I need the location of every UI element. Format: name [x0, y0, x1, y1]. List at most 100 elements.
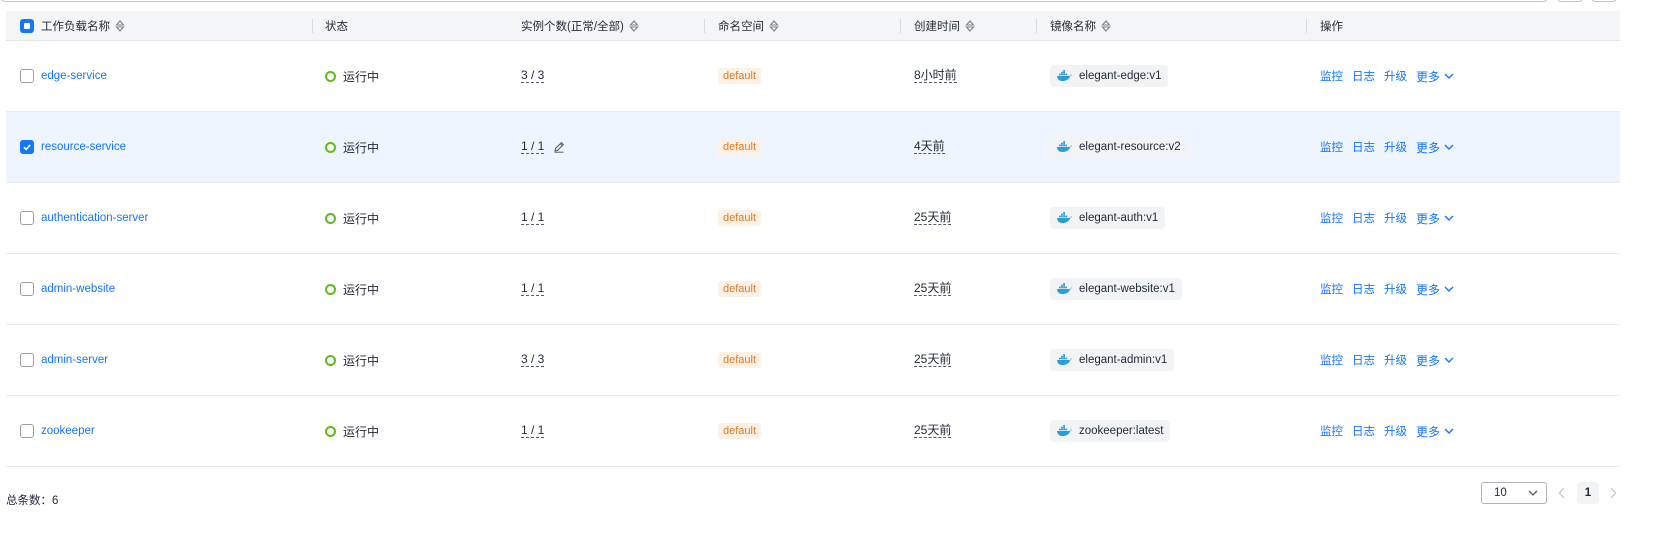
table-row[interactable]: authentication-server 运行中 1 / 1 default 25天前… — [6, 183, 1620, 254]
image-tag: elegant-auth:v1 — [1050, 207, 1166, 229]
row-select-cell: edge-service — [20, 41, 107, 111]
more-dropdown[interactable]: 更多 — [1416, 281, 1454, 298]
upgrade-link[interactable]: 升级 — [1384, 68, 1407, 84]
row-select-cell: resource-service — [20, 112, 126, 182]
instance-count[interactable]: 1 / 1 — [521, 282, 545, 296]
column-header-created-cell: 创建时间 — [900, 11, 975, 40]
page-size-select[interactable]: 10 — [1481, 482, 1547, 504]
sort-icon[interactable] — [769, 19, 779, 32]
image-cell: zookeeper:latest — [1050, 396, 1171, 466]
next-page-icon[interactable] — [1608, 486, 1618, 500]
sort-icon[interactable] — [1101, 19, 1111, 32]
sort-icon[interactable] — [115, 19, 125, 32]
workload-name-link[interactable]: authentication-server — [41, 212, 148, 224]
upgrade-link[interactable]: 升级 — [1384, 352, 1407, 368]
instance-count[interactable]: 1 / 1 — [521, 211, 545, 225]
upgrade-link[interactable]: 升级 — [1384, 210, 1407, 226]
column-header-image-cell: 镜像名称 — [1036, 11, 1111, 40]
log-link[interactable]: 日志 — [1352, 139, 1375, 155]
table-row[interactable]: resource-service 运行中 1 / 1 default 4天前 elegan… — [6, 112, 1620, 183]
log-link[interactable]: 日志 — [1352, 352, 1375, 368]
instance-count[interactable]: 1 / 1 — [521, 424, 545, 438]
row-checkbox[interactable] — [20, 211, 34, 225]
instance-count[interactable]: 1 / 1 — [521, 140, 545, 154]
created-cell: 4天前 — [914, 112, 945, 182]
created-time[interactable]: 25天前 — [914, 424, 952, 438]
namespace-cell: default — [718, 183, 762, 253]
image-tag: elegant-admin:v1 — [1050, 349, 1175, 371]
monitor-link[interactable]: 监控 — [1320, 68, 1343, 84]
more-dropdown[interactable]: 更多 — [1416, 352, 1454, 369]
row-checkbox[interactable] — [20, 69, 34, 83]
ops-cell: 监控 日志 升级 更多 — [1320, 254, 1454, 324]
select-all-checkbox[interactable] — [20, 18, 34, 33]
column-header-namespace-cell: 命名空间 — [704, 11, 779, 40]
workload-name-link[interactable]: edge-service — [41, 70, 107, 82]
edit-icon[interactable] — [553, 141, 565, 153]
log-link[interactable]: 日志 — [1352, 423, 1375, 439]
table-row[interactable]: admin-website 运行中 1 / 1 default 25天前 elegant-… — [6, 254, 1620, 325]
instances-cell: 1 / 1 — [521, 183, 545, 253]
log-link[interactable]: 日志 — [1352, 281, 1375, 297]
monitor-link[interactable]: 监控 — [1320, 352, 1343, 368]
workload-name-link[interactable]: admin-website — [41, 283, 115, 295]
toolbar-button[interactable] — [1591, 0, 1617, 2]
table-row[interactable]: zookeeper 运行中 1 / 1 default 25天前 zookeeper:la… — [6, 396, 1620, 467]
monitor-link[interactable]: 监控 — [1320, 281, 1343, 297]
toolbar-button[interactable] — [1557, 0, 1583, 2]
upgrade-link[interactable]: 升级 — [1384, 139, 1407, 155]
monitor-link[interactable]: 监控 — [1320, 423, 1343, 439]
row-checkbox[interactable] — [20, 140, 34, 154]
upgrade-link[interactable]: 升级 — [1384, 281, 1407, 297]
image-tag: elegant-resource:v2 — [1050, 136, 1188, 158]
chevron-down-icon — [1444, 357, 1454, 363]
workload-name-link[interactable]: admin-server — [41, 354, 108, 366]
ops-cell: 监控 日志 升级 更多 — [1320, 112, 1454, 182]
monitor-link[interactable]: 监控 — [1320, 139, 1343, 155]
more-dropdown[interactable]: 更多 — [1416, 68, 1454, 85]
prev-page-icon[interactable] — [1557, 486, 1567, 500]
more-label: 更多 — [1416, 353, 1441, 368]
created-time[interactable]: 25天前 — [914, 353, 952, 367]
namespace-cell: default — [718, 254, 762, 324]
sort-icon[interactable] — [629, 19, 639, 32]
chevron-down-icon — [1444, 215, 1454, 221]
image-cell: elegant-website:v1 — [1050, 254, 1182, 324]
log-link[interactable]: 日志 — [1352, 210, 1375, 226]
chevron-down-icon — [1444, 144, 1454, 150]
row-checkbox[interactable] — [20, 282, 34, 296]
image-tag: elegant-website:v1 — [1050, 278, 1182, 300]
log-link[interactable]: 日志 — [1352, 68, 1375, 84]
created-time[interactable]: 25天前 — [914, 211, 952, 225]
namespace-tag: default — [718, 139, 762, 155]
namespace-cell: default — [718, 396, 762, 466]
more-dropdown[interactable]: 更多 — [1416, 210, 1454, 227]
namespace-cell: default — [718, 41, 762, 111]
workload-name-link[interactable]: zookeeper — [41, 425, 95, 437]
column-header-name: 工作负载名称 — [41, 20, 110, 33]
table-row[interactable]: admin-server 运行中 3 / 3 default 25天前 elegant-a… — [6, 325, 1620, 396]
row-checkbox[interactable] — [20, 424, 34, 438]
row-select-cell: authentication-server — [20, 183, 148, 253]
instances-cell: 3 / 3 — [521, 41, 545, 111]
instance-count[interactable]: 3 / 3 — [521, 353, 545, 367]
row-checkbox[interactable] — [20, 353, 34, 367]
ops-cell: 监控 日志 升级 更多 — [1320, 396, 1454, 466]
monitor-link[interactable]: 监控 — [1320, 210, 1343, 226]
more-dropdown[interactable]: 更多 — [1416, 139, 1454, 156]
more-label: 更多 — [1416, 211, 1441, 226]
upgrade-link[interactable]: 升级 — [1384, 423, 1407, 439]
instance-count[interactable]: 3 / 3 — [521, 69, 545, 83]
created-time[interactable]: 25天前 — [914, 282, 952, 296]
row-select-cell: admin-server — [20, 325, 108, 395]
created-time[interactable]: 4天前 — [914, 140, 945, 154]
current-page-button[interactable]: 1 — [1577, 482, 1599, 504]
sort-icon[interactable] — [965, 19, 975, 32]
running-status-icon — [325, 425, 336, 437]
image-tag: zookeeper:latest — [1050, 420, 1171, 442]
table-row[interactable]: edge-service 运行中 3 / 3 default 8小时前 elegant-e… — [6, 41, 1620, 112]
created-time[interactable]: 8小时前 — [914, 69, 957, 83]
workload-name-link[interactable]: resource-service — [41, 141, 126, 153]
more-dropdown[interactable]: 更多 — [1416, 423, 1454, 440]
image-cell: elegant-auth:v1 — [1050, 183, 1166, 253]
